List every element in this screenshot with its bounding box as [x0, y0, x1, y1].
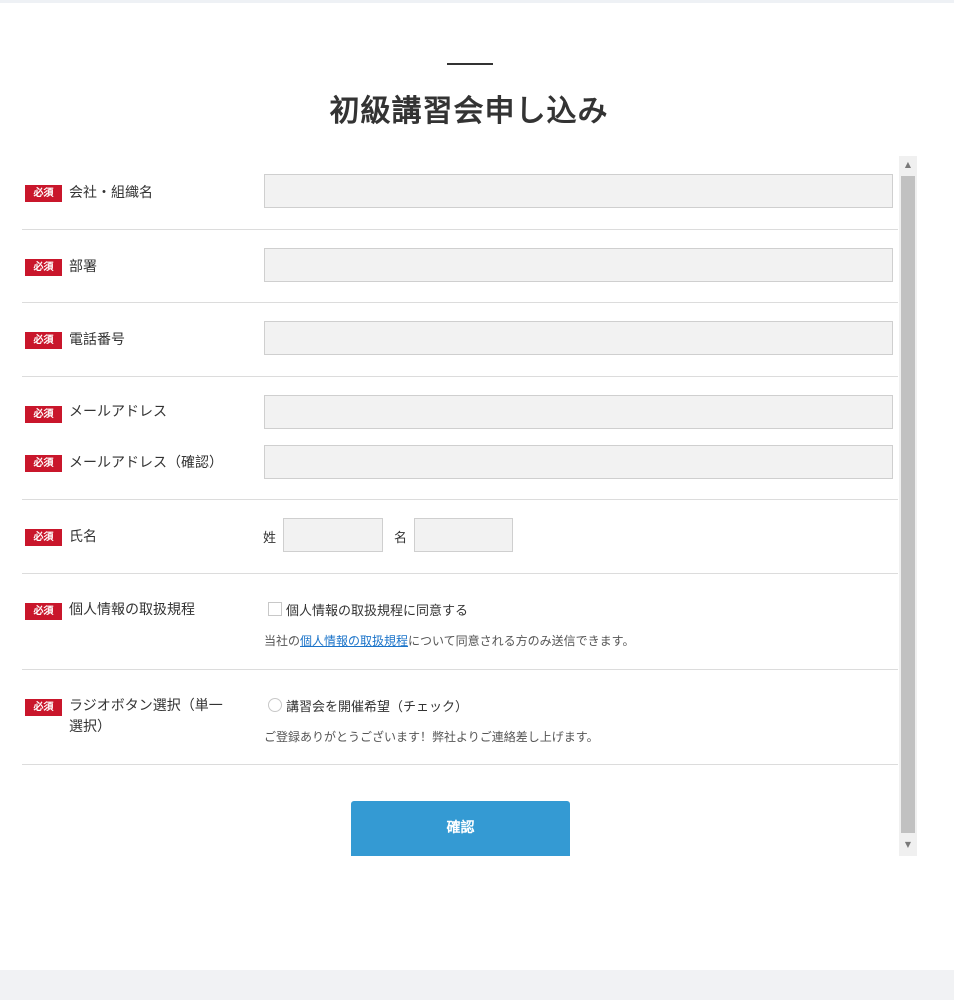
scrollbar-thumb[interactable]: [901, 176, 915, 833]
privacy-policy-link[interactable]: 個人情報の取扱規程: [300, 634, 408, 648]
required-badge: 必須: [25, 332, 62, 349]
email-label: メールアドレス: [69, 404, 167, 420]
required-badge: 必須: [25, 603, 62, 620]
row-department: 必須 部署: [22, 230, 898, 303]
required-badge: 必須: [25, 259, 62, 276]
required-badge: 必須: [25, 406, 62, 423]
last-name-label: 姓: [263, 531, 277, 546]
department-input[interactable]: [264, 248, 893, 282]
email-confirm-input[interactable]: [264, 445, 893, 479]
triangle-up-icon[interactable]: ▲: [899, 156, 917, 174]
required-badge: 必須: [25, 699, 62, 716]
privacy-checkbox[interactable]: [268, 602, 282, 616]
privacy-checkbox-label[interactable]: 個人情報の取扱規程に同意する: [286, 600, 468, 619]
row-radio: 必須 ラジオボタン選択（単一 選択） 講習会を開催希望（チェック） ご登録ありが…: [22, 670, 898, 765]
radio-note: ご登録ありがとうございます！弊社よりご連絡差し上げます。: [264, 730, 599, 744]
row-name: 必須 氏名 姓 名: [22, 500, 898, 574]
triangle-down-icon[interactable]: ▼: [899, 836, 917, 854]
required-badge: 必須: [25, 529, 62, 546]
email-confirm-label: メールアドレス（確認）: [69, 455, 223, 471]
top-border: [0, 0, 954, 3]
company-label: 会社・組織名: [69, 185, 153, 201]
bottom-band: [0, 970, 954, 1000]
privacy-note-suffix: について同意される方のみ送信できます。: [408, 634, 635, 648]
form-frame: 必須 会社・組織名 必須 部署 必須 電話番号 必須 メールアドレス 必須 メー…: [22, 156, 899, 856]
row-phone: 必須 電話番号: [22, 303, 898, 377]
row-privacy: 必須 個人情報の取扱規程 個人情報の取扱規程に同意する 当社の個人情報の取扱規程…: [22, 574, 898, 670]
page-title: 初級講習会申し込み: [329, 94, 609, 129]
radio-option-label[interactable]: 講習会を開催希望（チェック）: [286, 696, 468, 715]
phone-label: 電話番号: [69, 332, 125, 348]
title-rule: [447, 63, 493, 65]
privacy-label: 個人情報の取扱規程: [69, 602, 195, 618]
privacy-note-prefix: 当社の: [264, 634, 301, 648]
radio-label-line1: ラジオボタン選択（単一: [69, 698, 223, 714]
last-name-input[interactable]: [283, 518, 383, 552]
first-name-input[interactable]: [414, 518, 513, 552]
radio-button-workshop[interactable]: [268, 698, 282, 712]
radio-label-line2: 選択）: [69, 719, 111, 735]
required-badge: 必須: [25, 185, 62, 202]
confirm-button[interactable]: 確認: [351, 801, 570, 856]
name-label: 氏名: [69, 529, 97, 545]
company-input[interactable]: [264, 174, 893, 208]
privacy-note: 当社の個人情報の取扱規程について同意される方のみ送信できます。: [264, 632, 634, 649]
first-name-label: 名: [394, 531, 408, 546]
email-input[interactable]: [264, 395, 893, 429]
department-label: 部署: [69, 259, 97, 275]
phone-input[interactable]: [264, 321, 893, 355]
required-badge: 必須: [25, 455, 62, 472]
row-company: 必須 会社・組織名: [22, 156, 898, 230]
row-email: 必須 メールアドレス 必須 メールアドレス（確認）: [22, 377, 898, 500]
